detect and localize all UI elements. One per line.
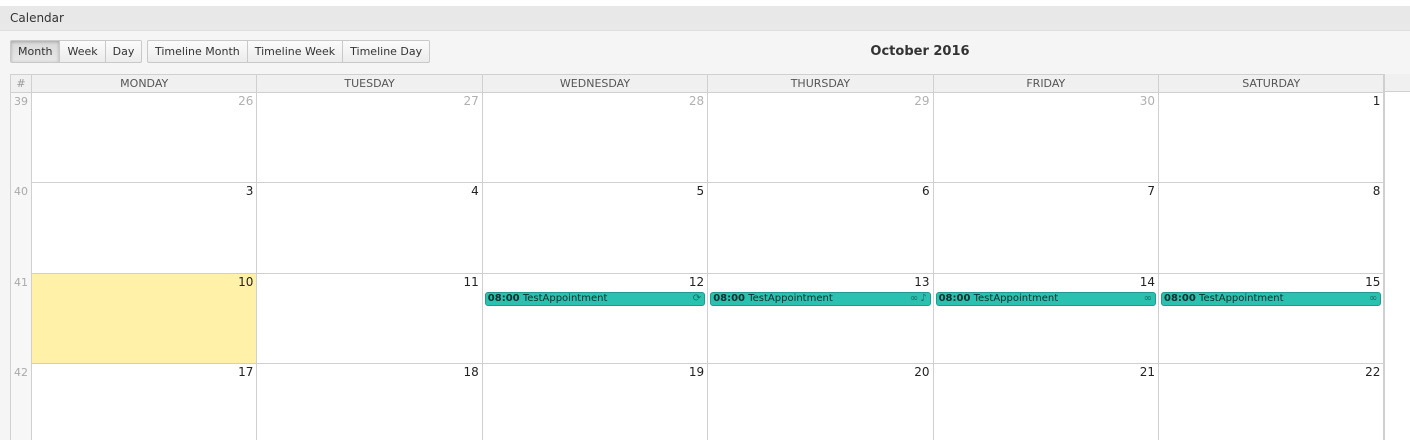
event-time: 08:00 <box>1164 292 1196 304</box>
event-icons: ⟳ <box>691 293 701 305</box>
week-view-button[interactable]: Week <box>60 40 106 63</box>
timeline-month-button[interactable]: Timeline Month <box>147 40 248 63</box>
day-number[interactable]: 4 <box>471 184 479 198</box>
grid-right-gutter <box>1384 74 1410 440</box>
day-number[interactable]: 20 <box>914 365 929 379</box>
event-time: 08:00 <box>713 292 746 304</box>
timeline-day-button[interactable]: Timeline Day <box>343 40 431 63</box>
recurring-icon: ⟳ <box>692 292 702 304</box>
link-icon: ∞ <box>1369 292 1378 304</box>
day-cell[interactable]: 6 <box>708 183 934 274</box>
event-icons: ∞ <box>1367 293 1377 305</box>
day-number[interactable]: 30 <box>1140 94 1155 108</box>
panel-header: Calendar <box>0 6 1410 31</box>
day-number[interactable]: 29 <box>914 94 929 108</box>
day-cell[interactable]: 27 <box>257 93 483 184</box>
week-number-header: # <box>11 75 32 92</box>
day-number[interactable]: 10 <box>238 275 253 289</box>
appointment-event[interactable]: 08:00 TestAppointment ∞ <box>935 291 1156 306</box>
event-title: TestAppointment <box>973 292 1059 304</box>
day-cell[interactable]: 5 <box>482 183 709 274</box>
day-number[interactable]: 17 <box>238 365 253 379</box>
day-header-monday: MONDAY <box>32 75 258 92</box>
day-number[interactable]: 19 <box>689 365 704 379</box>
event-title: TestAppointment <box>748 292 833 304</box>
link-icon: ∞ <box>909 292 919 304</box>
day-number[interactable]: 21 <box>1140 365 1155 379</box>
view-button-group: Month Week Day <box>10 40 143 63</box>
day-number[interactable]: 3 <box>246 184 254 198</box>
day-cell[interactable]: 22 <box>1159 363 1384 440</box>
link-icon: ∞ <box>1143 292 1152 304</box>
event-time: 08:00 <box>487 292 520 304</box>
day-cell[interactable]: 7 <box>933 183 1159 274</box>
panel-title: Calendar <box>10 11 64 25</box>
day-header-friday: FRIDAY <box>934 75 1159 92</box>
week-number[interactable]: 42 <box>11 366 31 379</box>
day-number[interactable]: 14 <box>1140 275 1155 289</box>
timeline-button-group: Timeline Month Timeline Week Timeline Da… <box>147 40 431 63</box>
week-number[interactable]: 40 <box>11 185 31 198</box>
day-cell[interactable]: 29 <box>708 93 934 184</box>
appointment-event[interactable]: 08:00 TestAppointment ∞ <box>1161 291 1382 306</box>
day-cell[interactable]: 3 <box>32 183 258 274</box>
event-time: 08:00 <box>938 292 971 304</box>
day-cell[interactable]: 30 <box>933 93 1159 184</box>
day-header-tuesday: TUESDAY <box>257 75 483 92</box>
week-number[interactable]: 41 <box>11 276 31 289</box>
timeline-week-button[interactable]: Timeline Week <box>247 40 344 63</box>
day-number[interactable]: 1 <box>1373 94 1381 108</box>
day-cell[interactable]: 26 <box>32 93 258 184</box>
day-header-wednesday: WEDNESDAY <box>483 75 709 92</box>
week-number-column: 39 40 41 42 <box>11 93 32 440</box>
day-number[interactable]: 26 <box>238 94 253 108</box>
month-grid: # MONDAY TUESDAY WEDNESDAY THURSDAY FRIDAY SA… <box>10 74 1384 440</box>
bell-icon: ♪ <box>920 292 927 304</box>
day-cell[interactable]: 12 08:00 TestAppointment ⟳ <box>482 273 709 364</box>
day-cell[interactable]: 11 <box>257 273 483 364</box>
day-cell[interactable]: 13 08:00 TestAppointment ∞ ♪ <box>708 273 934 364</box>
event-icons: ∞ <box>1142 293 1152 305</box>
day-cell[interactable]: 8 <box>1159 183 1384 274</box>
grid-right-gutter-header <box>1384 74 1410 92</box>
day-header-saturday: SATURDAY <box>1159 75 1384 92</box>
day-cell[interactable]: 14 08:00 TestAppointment ∞ <box>933 273 1159 364</box>
day-number[interactable]: 12 <box>689 275 704 289</box>
day-number[interactable]: 27 <box>464 94 479 108</box>
appointment-event[interactable]: 08:00 TestAppointment ⟳ <box>484 291 706 306</box>
day-number[interactable]: 28 <box>689 94 704 108</box>
day-cell[interactable]: 28 <box>482 93 709 184</box>
day-number[interactable]: 8 <box>1373 184 1381 198</box>
event-icons: ∞ ♪ <box>908 293 927 305</box>
day-cell[interactable]: 17 <box>32 363 258 440</box>
day-header-row: # MONDAY TUESDAY WEDNESDAY THURSDAY FRIDAY SA… <box>11 75 1384 93</box>
day-header-thursday: THURSDAY <box>708 75 934 92</box>
day-number[interactable]: 18 <box>464 365 479 379</box>
calendar-month-title: October 2016 <box>870 44 970 59</box>
day-number[interactable]: 6 <box>922 184 930 198</box>
day-number[interactable]: 7 <box>1147 184 1155 198</box>
day-cell[interactable]: 18 <box>257 363 483 440</box>
day-cell[interactable]: 4 <box>257 183 483 274</box>
day-cell[interactable]: 1 <box>1159 93 1384 184</box>
day-number[interactable]: 15 <box>1365 275 1380 289</box>
week-number[interactable]: 39 <box>11 95 31 108</box>
day-cell-today[interactable]: 10 <box>32 273 258 364</box>
day-cell[interactable]: 15 08:00 TestAppointment ∞ <box>1159 273 1384 364</box>
appointment-event[interactable]: 08:00 TestAppointment ∞ ♪ <box>710 291 931 306</box>
month-view-button[interactable]: Month <box>10 40 61 63</box>
day-view-button[interactable]: Day <box>105 40 143 63</box>
day-cell[interactable]: 21 <box>933 363 1159 440</box>
event-title: TestAppointment <box>1199 292 1284 304</box>
day-number[interactable]: 13 <box>914 275 929 289</box>
day-cell[interactable]: 19 <box>482 363 709 440</box>
day-number[interactable]: 22 <box>1365 365 1380 379</box>
day-number[interactable]: 11 <box>464 275 479 289</box>
day-number[interactable]: 5 <box>697 184 705 198</box>
day-cell[interactable]: 20 <box>708 363 934 440</box>
event-title: TestAppointment <box>522 292 608 304</box>
